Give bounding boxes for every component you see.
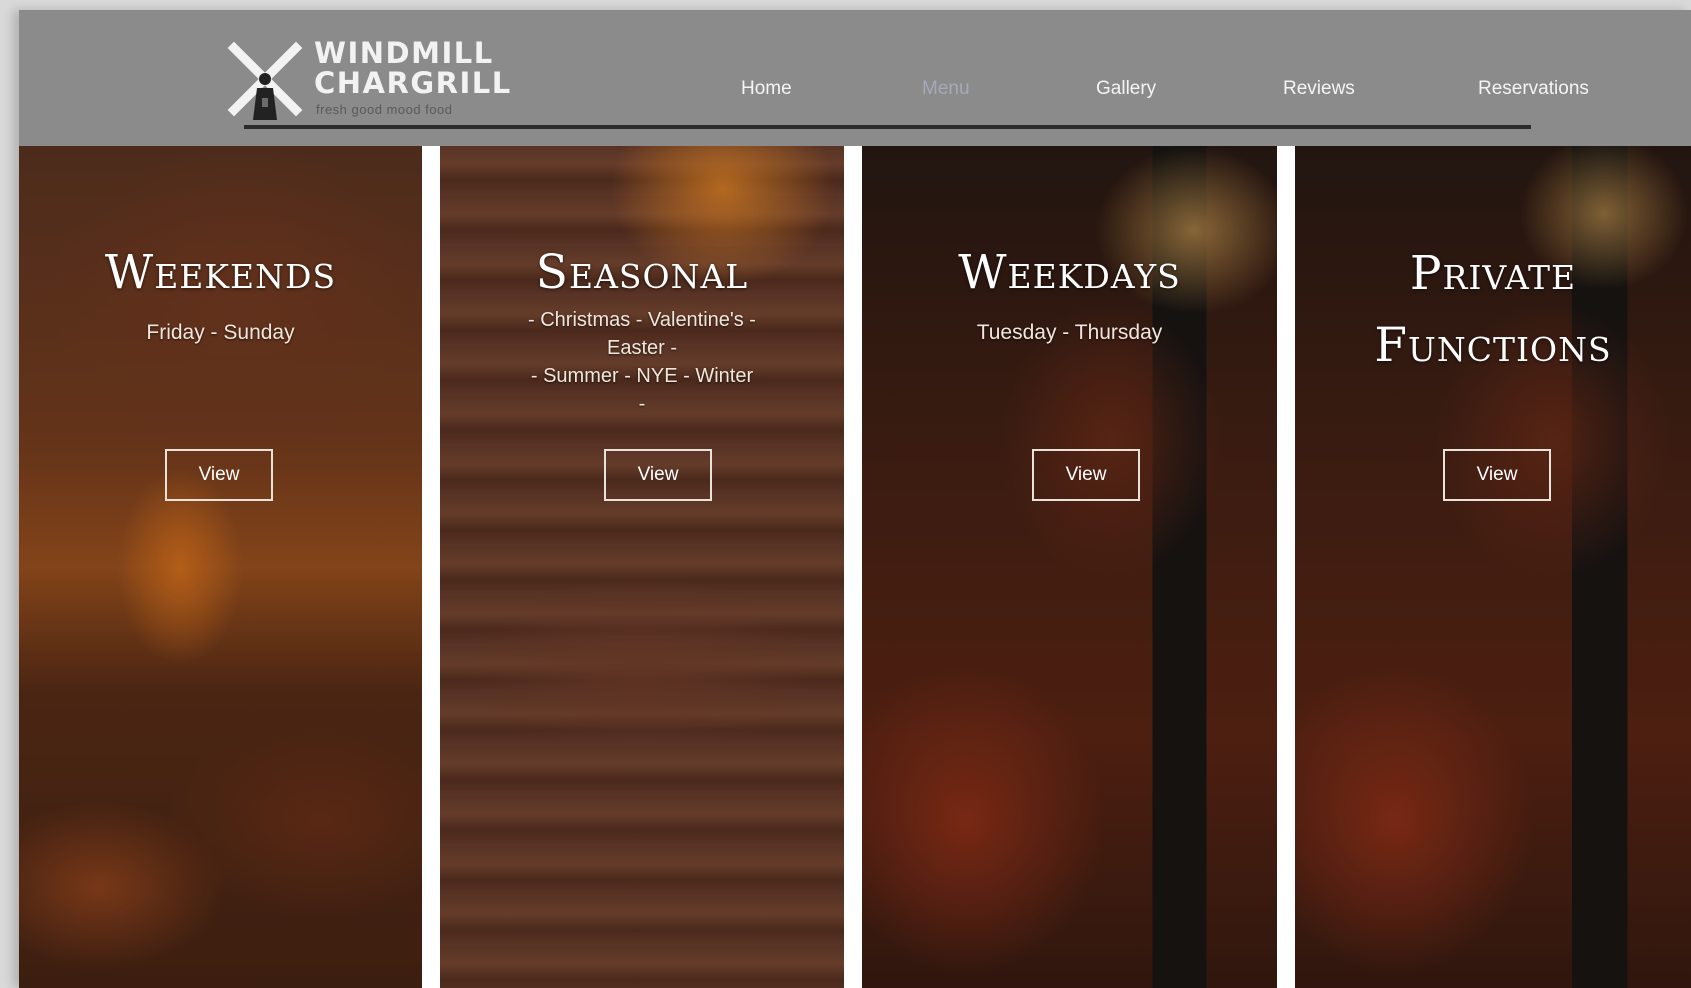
site-header: WINDMILL CHARGRILL fresh good mood food … [19,10,1691,146]
browser-frame: WINDMILL CHARGRILL fresh good mood food … [19,10,1691,988]
panel-title: Seasonal [535,245,749,300]
nav-reservations[interactable]: Reservations [1478,78,1589,100]
nav-home[interactable]: Home [741,78,792,100]
view-weekends-button[interactable]: View [165,449,273,501]
panel-subtitle: Tuesday - Thursday [976,321,1163,344]
view-weekdays-button[interactable]: View [1032,449,1140,501]
panel-private-functions: Private Functions View [1295,146,1691,988]
panel-weekdays: Weekdays Tuesday - Thursday View [862,146,1277,988]
panel-title: Weekdays [958,245,1181,300]
panel-title: Weekends [104,245,337,300]
panel-weekends: Weekends Friday - Sunday View [19,146,422,988]
header-divider [244,125,1531,129]
view-private-functions-button[interactable]: View [1443,449,1551,501]
nav-gallery[interactable]: Gallery [1096,78,1156,100]
panel-subtitle: Friday - Sunday [146,321,295,344]
panel-subtitle: - Christmas - Valentine's - Easter - - S… [528,309,756,415]
panel-title: Private Functions [1374,246,1612,373]
main-nav: Home Menu Gallery Reviews Reservations [19,78,1691,108]
site-logo[interactable]: WINDMILL CHARGRILL fresh good mood food [224,28,524,124]
view-seasonal-button[interactable]: View [604,449,712,501]
menu-panels: Weekends Friday - Sunday View Seasonal -… [19,146,1691,988]
nav-reviews[interactable]: Reviews [1283,78,1355,100]
logo-line-1: WINDMILL [314,36,494,70]
panel-seasonal: Seasonal - Christmas - Valentine's - Eas… [440,146,844,988]
nav-menu[interactable]: Menu [922,78,970,100]
